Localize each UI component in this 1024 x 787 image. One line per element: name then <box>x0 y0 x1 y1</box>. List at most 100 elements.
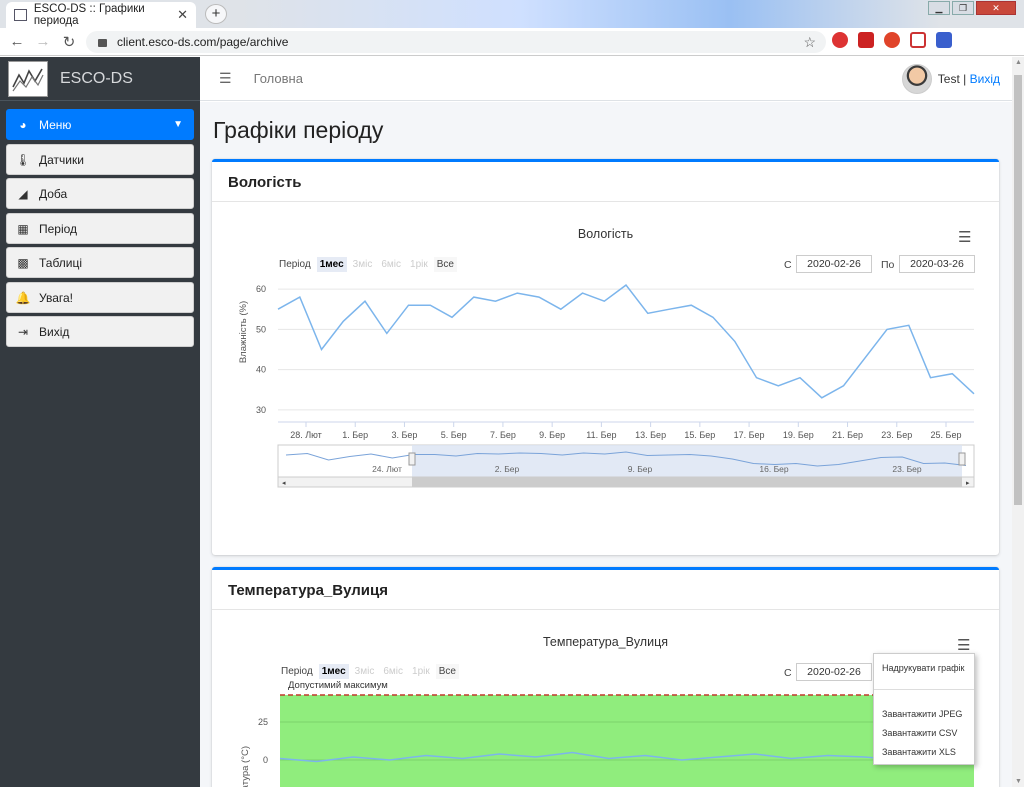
x-tick-label: 5. Бер <box>441 430 467 440</box>
navigator-scrollbar-thumb <box>412 477 962 487</box>
range-button-all[interactable]: Все <box>433 257 457 272</box>
close-tab-icon[interactable]: ✕ <box>177 7 188 23</box>
y-tick-label: 60 <box>256 284 266 294</box>
dashboard-icon: ◕ <box>19 117 27 132</box>
x-tick-label: 19. Бер <box>783 430 814 440</box>
grid-icon: ▩ <box>17 255 29 270</box>
divider <box>874 689 974 690</box>
extension-red-icon[interactable] <box>832 32 848 48</box>
from-date-input[interactable]: 2020-02-26 <box>796 255 872 273</box>
sidebar-item-tables[interactable]: ▩ Таблиці <box>6 247 194 278</box>
brand-logo-icon <box>8 60 48 97</box>
minimize-icon[interactable]: ▁ <box>928 1 950 15</box>
print-chart-item[interactable]: Надрукувати графік <box>882 663 964 673</box>
extension-video-icon[interactable] <box>884 32 900 48</box>
page-scrollbar[interactable]: ▲ ▼ <box>1012 57 1024 787</box>
forward-arrow-icon[interactable]: → <box>30 33 56 50</box>
range-label: Період <box>281 666 313 677</box>
home-link[interactable]: Головна <box>254 71 303 86</box>
sidebar-item-label: Таблиці <box>39 255 83 270</box>
x-tick-label: 11. Бер <box>586 430 616 440</box>
bookmark-star-icon[interactable]: ☆ <box>803 34 816 51</box>
sidebar-item-label: Увага! <box>39 290 73 305</box>
from-date-input[interactable]: 2020-02-26 <box>796 663 872 681</box>
restore-icon[interactable]: ❐ <box>952 1 974 15</box>
navigator-label: 16. Бер <box>759 464 788 474</box>
scroll-up-icon[interactable]: ▲ <box>1015 59 1022 66</box>
extension-id-icon[interactable] <box>936 32 952 48</box>
browser-tab[interactable]: ESCO-DS :: Графики периода ✕ <box>6 2 196 28</box>
url-field[interactable]: client.esco-ds.com/page/archive ☆ <box>86 31 826 53</box>
range-button-1m[interactable]: 1мес <box>316 257 347 272</box>
range-button-6m[interactable]: 6міс <box>380 664 406 679</box>
reload-icon[interactable]: ↻ <box>56 33 82 51</box>
adblock-icon[interactable] <box>858 32 874 48</box>
logout-link[interactable]: Вихід <box>970 72 1000 86</box>
range-button-1y[interactable]: 1рік <box>409 664 433 679</box>
url-text: client.esco-ds.com/page/archive <box>117 35 289 49</box>
sidebar-item-sensors[interactable]: 🌡 Датчики <box>6 144 194 175</box>
chart-menu-icon[interactable]: ☰ <box>957 636 970 654</box>
navigator-label: 24. Лют <box>372 464 402 474</box>
brand[interactable]: ESCO-DS <box>0 57 200 101</box>
download-csv-item[interactable]: Завантажити CSV <box>882 728 957 738</box>
x-tick-label: 21. Бер <box>832 430 863 440</box>
humidity-card: Вологість Вологість ☰ Період 1мес 3міс 6… <box>212 159 999 555</box>
plotline-label: Допустимий максимум <box>288 680 388 691</box>
navigator-left-handle <box>408 452 416 466</box>
chart-menu-icon[interactable]: ☰ <box>958 228 971 246</box>
navigator-label: 23. Бер <box>892 464 921 474</box>
sidebar-item-period[interactable]: ▦ Період <box>6 213 194 244</box>
sidebar-item-logout[interactable]: ⇥ Вихід <box>6 316 194 347</box>
separator: | <box>963 72 967 86</box>
address-bar-row: ← → ↻ client.esco-ds.com/page/archive ☆ … <box>0 28 1024 79</box>
allowed-range-band <box>280 695 974 787</box>
close-window-icon[interactable]: ✕ <box>976 1 1016 15</box>
tab-title: ESCO-DS :: Графики периода <box>33 3 145 27</box>
user-name: Test <box>937 72 960 86</box>
range-button-all[interactable]: Все <box>435 664 459 679</box>
area-chart-icon: ◢ <box>18 186 28 201</box>
new-tab-button[interactable]: + <box>205 4 227 24</box>
chart-favicon-icon <box>14 9 27 21</box>
x-tick-label: 3. Бер <box>391 430 417 440</box>
range-button-3m[interactable]: 3міс <box>352 664 378 679</box>
download-jpeg-item[interactable]: Завантажити JPEG <box>882 709 962 719</box>
x-tick-label: 23. Бер <box>881 430 912 440</box>
range-button-3m[interactable]: 3міс <box>350 257 376 272</box>
from-label: С <box>784 667 792 679</box>
card-title: Температура_Вулиця <box>212 570 999 610</box>
x-tick-label: 28. Лют <box>290 430 322 440</box>
bell-icon: 🔔 <box>15 290 31 305</box>
sidebar-item-label: Вихід <box>39 324 70 339</box>
sidebar-item-label: Період <box>39 221 78 236</box>
range-selector: Період 1мес 3міс 6міс 1рік Все <box>276 257 460 272</box>
y-tick-label: 25 <box>258 717 268 727</box>
scrollbar-thumb[interactable] <box>1014 75 1022 505</box>
range-label: Період <box>279 259 311 270</box>
navigator-label: 2. Бер <box>495 464 520 474</box>
calendar-icon: ▦ <box>17 221 29 236</box>
to-date-input[interactable]: 2020-03-26 <box>899 255 975 273</box>
sidebar-item-menu[interactable]: ◕ Меню ▼ <box>6 109 194 140</box>
range-button-6m[interactable]: 6міс <box>378 257 404 272</box>
pdf-extension-icon[interactable] <box>910 32 926 48</box>
sidebar-item-label: Меню <box>39 117 72 132</box>
top-navbar: ☰ Головна Test | Вихід <box>200 57 1012 101</box>
back-arrow-icon[interactable]: ← <box>4 33 30 50</box>
y-tick-label: 0 <box>263 755 268 765</box>
sidebar-item-alerts[interactable]: 🔔 Увага! <box>6 282 194 313</box>
brand-name: ESCO-DS <box>60 69 133 87</box>
scroll-down-icon[interactable]: ▼ <box>1015 778 1022 785</box>
y-tick-label: 50 <box>256 324 266 334</box>
range-button-1m[interactable]: 1мес <box>318 664 349 679</box>
range-button-1y[interactable]: 1рік <box>407 257 431 272</box>
scroll-left-arrow-icon: ◂ <box>282 480 286 487</box>
download-xls-item[interactable]: Завантажити XLS <box>882 747 956 757</box>
sidebar-item-label: Датчики <box>39 152 84 167</box>
sidebar-item-label: Доба <box>39 186 68 201</box>
card-title: Вологість <box>212 162 999 202</box>
hamburger-menu-icon[interactable]: ☰ <box>219 70 232 87</box>
y-axis-label: пература (°С) <box>240 746 251 787</box>
sidebar-item-day[interactable]: ◢ Доба <box>6 178 194 209</box>
